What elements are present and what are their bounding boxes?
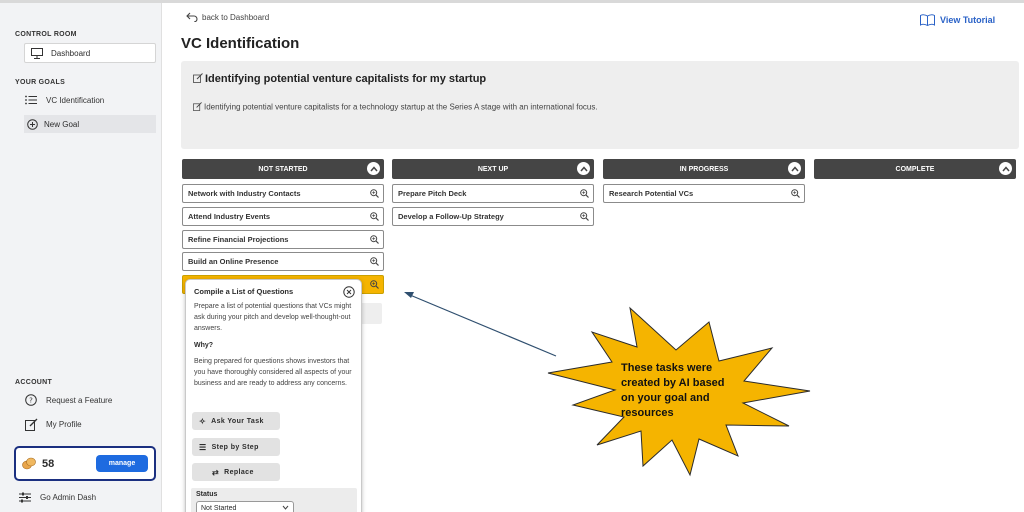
callout-text: These tasks were created by AI based on … <box>621 362 725 419</box>
starburst-callout <box>547 306 811 477</box>
